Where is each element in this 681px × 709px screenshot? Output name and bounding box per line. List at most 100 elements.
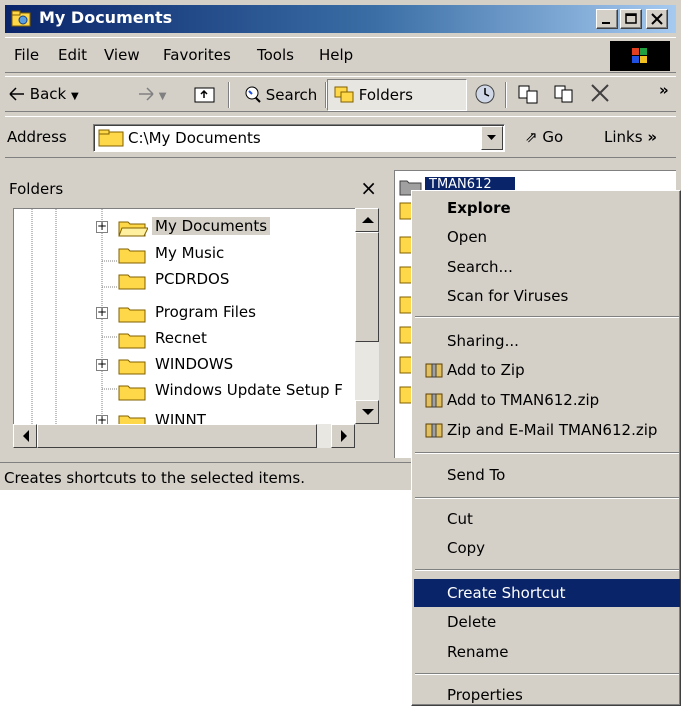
context-menu-item-scan-for-viruses[interactable]: Scan for Viruses [414,282,680,310]
up-folder-button[interactable] [193,83,217,109]
go-label: Go [542,128,564,146]
folder-icon [118,382,148,406]
scroll-left-arrow-icon [23,430,29,442]
title-bar[interactable]: My Documents [5,5,676,33]
expand-toggle[interactable]: + [96,306,108,319]
context-menu-item-zip-and-email[interactable]: Zip and E-Mail TMAN612.zip [414,416,680,444]
back-button[interactable]: Back ▼ [9,85,79,103]
context-menu-item-cut[interactable]: Cut [414,505,680,533]
context-menu-item-rename[interactable]: Rename [414,638,680,666]
folder-icon [118,356,148,380]
history-button[interactable] [473,83,497,109]
context-menu-separator [415,497,679,499]
window-title: My Documents [39,8,173,27]
scroll-thumb[interactable] [37,424,317,448]
folders-icon [334,86,354,103]
links-button[interactable]: Links » [604,128,657,146]
delete-button[interactable] [588,82,612,108]
close-button[interactable] [646,9,668,29]
menu-view[interactable]: View [104,46,140,64]
folder-icon [98,128,124,152]
context-menu-item-search[interactable]: Search... [414,253,680,281]
scroll-right-button[interactable] [331,424,355,448]
move-to-button[interactable] [517,83,541,109]
toolbar-separator [505,82,507,108]
tree-item-label: Program Files [155,303,256,321]
search-label: Search [265,86,318,104]
maximize-icon [625,13,637,24]
tree-item-label: My Documents [152,217,271,235]
folder-icon [118,412,148,424]
expand-toggle[interactable]: + [96,414,108,424]
back-label: Back [29,85,67,103]
tree-vertical-scrollbar[interactable] [355,208,379,424]
open-folder-icon [118,218,149,242]
chevron-down-icon: ▼ [70,91,79,102]
context-menu-item-copy[interactable]: Copy [414,534,680,562]
context-menu-item-send-to[interactable]: Send To [414,461,680,489]
expand-toggle[interactable]: + [96,358,108,371]
tree-item-label: WINDOWS [155,355,234,373]
context-menu-item-delete[interactable]: Delete [414,608,680,636]
scroll-left-button[interactable] [13,424,37,448]
tree-horizontal-scrollbar[interactable] [13,424,355,448]
address-input[interactable]: C:\My Documents [93,124,505,152]
scroll-thumb[interactable] [355,232,379,342]
folders-pane: Folders × + + + + My Documents My Music … [5,172,389,458]
menu-help[interactable]: Help [319,46,353,64]
context-menu: Explore Open Search... Scan for Viruses … [411,190,681,706]
context-menu-item-add-to-named-zip[interactable]: Add to TMAN612.zip [414,386,680,414]
folders-button[interactable]: Folders [327,79,467,111]
copy-to-button[interactable] [553,83,577,109]
context-menu-item-explore[interactable]: Explore [414,194,680,222]
search-button[interactable]: Search [243,85,317,104]
tree-item-label: Recnet [155,329,207,347]
context-menu-item-sharing[interactable]: Sharing... [414,327,680,355]
context-menu-item-properties[interactable]: Properties [414,681,680,709]
scroll-down-button[interactable] [355,400,379,424]
expand-toggle[interactable]: + [96,220,108,233]
up-folder-icon [194,87,215,103]
links-label: Links [604,128,643,146]
menu-file[interactable]: File [14,46,39,64]
forward-arrow-icon [139,87,154,101]
copy-to-icon [554,85,573,103]
folder-tree: + + + + My Documents My Music PCDRDOS Pr… [13,208,355,424]
go-button[interactable]: ⇗ Go [525,128,563,146]
menu-tools[interactable]: Tools [257,46,294,64]
context-menu-item-create-shortcut[interactable]: Create Shortcut [414,579,680,607]
zip-icon [424,421,444,443]
tree-item-label: WINNT [155,411,206,424]
close-icon [651,13,663,25]
toolbar-separator [228,82,230,108]
search-icon [245,86,261,103]
address-dropdown-button[interactable] [481,126,503,150]
toolbar-overflow-chevron-icon[interactable]: » [659,81,669,99]
context-menu-item-add-to-zip[interactable]: Add to Zip [414,356,680,384]
back-arrow-icon [9,87,24,101]
maximize-button[interactable] [620,9,642,29]
folder-icon [118,304,148,328]
context-menu-item-open[interactable]: Open [414,223,680,251]
links-chevron-icon: » [647,128,658,146]
context-menu-separator [415,452,679,454]
menu-favorites[interactable]: Favorites [163,46,231,64]
tree-item-label: My Music [155,244,225,262]
folders-pane-title: Folders [9,180,64,198]
folders-pane-header: Folders × [5,172,389,206]
context-menu-separator [415,316,679,318]
history-icon [475,84,495,104]
address-bar: Address C:\My Documents ⇗ Go Links » [5,116,676,158]
status-text: Creates shortcuts to the selected items. [4,469,305,487]
forward-button[interactable]: ▼ [138,85,166,103]
scroll-up-button[interactable] [355,208,379,232]
minimize-button[interactable] [596,9,618,29]
move-to-icon [518,85,538,104]
minimize-icon [602,22,610,24]
menu-bar: File Edit View Favorites Tools Help [5,37,676,73]
folders-pane-close-button[interactable]: × [360,176,377,200]
scroll-up-arrow-icon [362,217,374,223]
context-menu-separator [415,673,679,675]
menu-edit[interactable]: Edit [58,46,87,64]
address-value: C:\My Documents [128,129,261,147]
